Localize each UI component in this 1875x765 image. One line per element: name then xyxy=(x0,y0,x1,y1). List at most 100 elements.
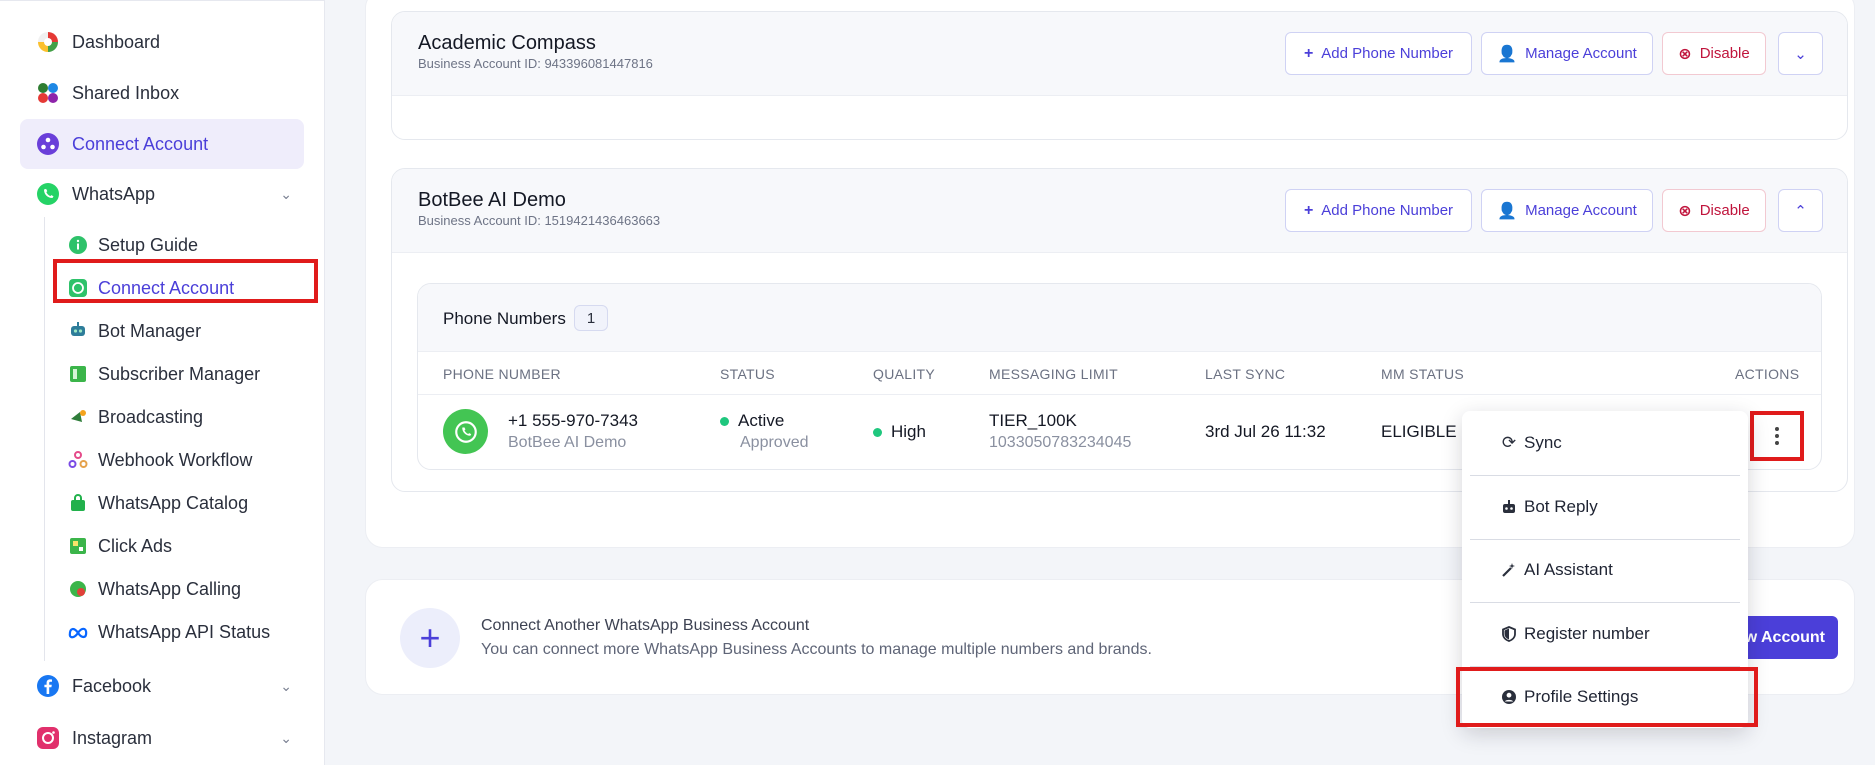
menu-profile-label: Profile Settings xyxy=(1524,687,1639,706)
sub-connect-account-label: Connect Account xyxy=(98,277,235,298)
sub-click-ads-label: Click Ads xyxy=(98,535,173,556)
col-last-sync: LAST SYNC xyxy=(1205,366,1286,382)
sub-setup-guide[interactable]: Setup Guide xyxy=(68,230,198,260)
sub-whatsapp-catalog-label: WhatsApp Catalog xyxy=(98,492,249,513)
sub-whatsapp-api-status[interactable]: WhatsApp API Status xyxy=(68,617,270,647)
meta-icon xyxy=(68,622,88,642)
nav-whatsapp-label: WhatsApp xyxy=(72,183,156,204)
info-icon xyxy=(68,235,88,255)
chevron-down-icon: ⌄ xyxy=(280,677,292,694)
kebab-icon xyxy=(1775,427,1779,445)
sub-setup-guide-label: Setup Guide xyxy=(98,234,199,255)
nav-dashboard[interactable]: Dashboard xyxy=(36,24,160,60)
menu-sync[interactable]: ⟳ Sync xyxy=(1462,413,1748,473)
sub-whatsapp-calling-label: WhatsApp Calling xyxy=(98,578,242,599)
menu-register-number[interactable]: Register number xyxy=(1462,604,1748,664)
sub-subscriber-manager-label: Subscriber Manager xyxy=(98,363,261,384)
col-phone-number: PHONE NUMBER xyxy=(443,366,561,382)
menu-divider xyxy=(1470,602,1740,603)
submenu-divider xyxy=(44,217,45,661)
manage-account-button[interactable]: 👤 Manage Account xyxy=(1481,32,1653,75)
quality-text: High xyxy=(891,422,926,441)
messaging-limit-value: TIER_100K xyxy=(989,411,1077,430)
whatsapp-avatar-icon xyxy=(443,409,488,454)
chevron-up-icon: ⌃ xyxy=(1794,202,1807,220)
business-account-id: Business Account ID: 943396081447816 xyxy=(418,56,653,71)
nav-facebook[interactable]: Facebook ⌄ xyxy=(36,668,292,704)
manage-account-button[interactable]: 👤 Manage Account xyxy=(1481,189,1653,232)
sub-connect-account[interactable]: Connect Account xyxy=(68,273,234,303)
shared-inbox-icon xyxy=(36,81,60,105)
sub-broadcasting[interactable]: Broadcasting xyxy=(68,402,203,432)
disable-button[interactable]: ⊗ Disable xyxy=(1662,32,1766,75)
magic-wand-icon xyxy=(1500,561,1518,579)
status-text: Active xyxy=(738,411,785,430)
col-messaging-limit: MESSAGING LIMIT xyxy=(989,366,1118,382)
quality-dot xyxy=(873,428,882,438)
connect-account-icon xyxy=(36,132,60,156)
business-account-id: Business Account ID: 1519421436463663 xyxy=(418,213,661,228)
sub-bot-manager[interactable]: Bot Manager xyxy=(68,316,201,346)
sub-bot-manager-label: Bot Manager xyxy=(98,320,202,341)
plus-icon[interactable]: + xyxy=(400,608,460,668)
collapse-button[interactable]: ⌃ xyxy=(1778,189,1823,232)
facebook-icon xyxy=(36,674,60,698)
menu-bot-reply[interactable]: Bot Reply xyxy=(1462,477,1748,537)
broadcast-icon xyxy=(68,407,88,427)
nav-whatsapp[interactable]: WhatsApp ⌄ xyxy=(36,176,292,212)
whatsapp-square-icon xyxy=(68,278,88,298)
col-actions: ACTIONS xyxy=(1735,366,1800,382)
nav-instagram-label: Instagram xyxy=(72,727,153,748)
phone-numbers-header: Phone Numbers 1 xyxy=(418,284,1821,352)
add-phone-number-button[interactable]: + Add Phone Number xyxy=(1285,189,1472,232)
phone-numbers-count-badge: 1 xyxy=(574,305,608,331)
account-header: Academic Compass Business Account ID: 94… xyxy=(392,12,1847,96)
sub-webhook-workflow[interactable]: Webhook Workflow xyxy=(68,445,252,475)
menu-divider xyxy=(1470,475,1740,476)
account-header: BotBee AI Demo Business Account ID: 1519… xyxy=(392,169,1847,253)
sub-whatsapp-catalog[interactable]: WhatsApp Catalog xyxy=(68,488,248,518)
menu-profile-settings[interactable]: Profile Settings xyxy=(1462,667,1748,727)
sub-whatsapp-calling[interactable]: WhatsApp Calling xyxy=(68,574,241,604)
sub-webhook-workflow-label: Webhook Workflow xyxy=(98,449,253,470)
phone-number-name: BotBee AI Demo xyxy=(508,434,627,451)
sync-icon: ⟳ xyxy=(1501,433,1517,452)
nav-shared-inbox-label: Shared Inbox xyxy=(72,82,180,103)
messaging-limit-id: 1033050783234045 xyxy=(989,434,1132,451)
menu-register-label: Register number xyxy=(1524,624,1650,643)
row-actions-button[interactable] xyxy=(1750,411,1804,461)
account-title: Academic Compass xyxy=(418,32,596,54)
dashboard-icon xyxy=(36,30,60,54)
nav-shared-inbox[interactable]: Shared Inbox xyxy=(36,75,179,111)
plus-icon: + xyxy=(1303,44,1314,62)
nav-dashboard-label: Dashboard xyxy=(72,31,161,52)
status-dot xyxy=(720,417,729,427)
add-phone-number-button[interactable]: + Add Phone Number xyxy=(1285,32,1472,75)
quality-value: High xyxy=(873,422,926,442)
phone-numbers-title: Phone Numbers xyxy=(443,309,566,328)
disable-button[interactable]: ⊗ Disable xyxy=(1662,189,1766,232)
col-mm-status: MM STATUS xyxy=(1381,366,1465,382)
menu-sync-label: Sync xyxy=(1524,433,1562,452)
sub-whatsapp-api-status-label: WhatsApp API Status xyxy=(98,621,271,642)
subscriber-icon xyxy=(68,364,88,384)
expand-button[interactable]: ⌄ xyxy=(1778,32,1823,75)
sub-click-ads[interactable]: Click Ads xyxy=(68,531,172,561)
plus-icon: + xyxy=(1303,201,1314,219)
divider xyxy=(418,394,1821,395)
ads-icon xyxy=(68,536,88,556)
mm-status-value: ELIGIBLE xyxy=(1381,422,1457,441)
chevron-down-icon: ⌄ xyxy=(1794,45,1807,63)
robot-icon xyxy=(1500,498,1518,516)
user-circle-icon xyxy=(1500,688,1518,706)
whatsapp-icon xyxy=(36,182,60,206)
menu-ai-assistant[interactable]: AI Assistant xyxy=(1462,540,1748,600)
row-actions-menu: ⟳ Sync Bot Reply AI Assistant Register nu… xyxy=(1462,411,1748,728)
nav-facebook-label: Facebook xyxy=(72,675,152,696)
nav-instagram[interactable]: Instagram ⌄ xyxy=(36,720,292,756)
sub-subscriber-manager[interactable]: Subscriber Manager xyxy=(68,359,260,389)
user-gear-icon: 👤 xyxy=(1497,45,1518,63)
nav-connect-account[interactable]: Connect Account xyxy=(20,119,304,169)
user-gear-icon: 👤 xyxy=(1497,202,1518,220)
chevron-down-icon: ⌄ xyxy=(280,185,292,202)
